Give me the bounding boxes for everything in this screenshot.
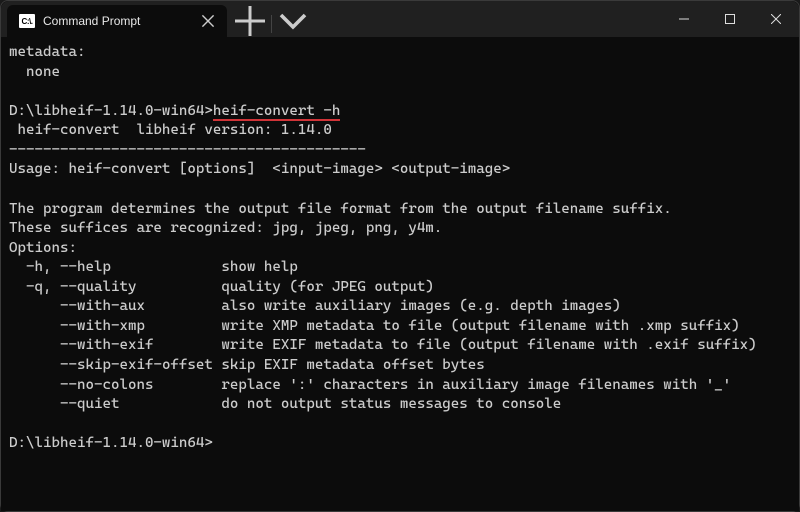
divider [271,15,272,33]
minimize-icon [679,14,689,24]
chevron-down-icon [278,6,308,36]
output-metadata: metadata: none [9,44,85,80]
output-option: --skip-exif-offset skip EXIF metadata of… [9,357,485,373]
tab-title: Command Prompt [43,14,193,28]
maximize-icon [725,14,735,24]
titlebar[interactable]: C:\. Command Prompt [1,1,799,37]
output-option: --with-xmp write XMP metadata to file (o… [9,318,740,334]
entered-command: heif-convert -h [213,103,340,121]
tab-close-button[interactable] [201,14,215,28]
output-desc: These suffices are recognized: jpg, jpeg… [9,220,442,236]
tab-command-prompt[interactable]: C:\. Command Prompt [7,5,227,37]
close-window-button[interactable] [753,1,799,37]
plus-icon [235,6,265,36]
cmd-icon: C:\. [19,14,35,28]
new-tab-button[interactable] [235,6,265,36]
output-option: -q, --quality quality (for JPEG output) [9,279,434,295]
output-usage: Usage: heif-convert [options] <input-ima… [9,161,510,177]
output-options-header: Options: [9,240,77,256]
prompt-path: D:\libheif-1.14.0-win64> [9,103,213,119]
terminal-window: C:\. Command Prompt [0,0,800,512]
maximize-button[interactable] [707,1,753,37]
output-separator: ----------------------------------------… [9,142,366,158]
terminal-output[interactable]: metadata: none D:\libheif-1.14.0-win64>h… [1,37,799,511]
output-option: --with-exif write EXIF metadata to file … [9,337,757,353]
prompt-path: D:\libheif-1.14.0-win64> [9,435,213,451]
tabbar-actions [227,1,308,37]
close-icon [771,14,781,24]
output-option: --quiet do not output status messages to… [9,396,561,412]
tab-dropdown-button[interactable] [278,6,308,36]
output-option: --no-colons replace ':' characters in au… [9,377,731,393]
output-option: -h, --help show help [9,259,298,275]
close-icon [201,14,215,28]
window-controls [661,1,799,37]
output-version: heif-convert libheif version: 1.14.0 [9,122,332,138]
output-desc: The program determines the output file f… [9,201,672,217]
minimize-button[interactable] [661,1,707,37]
output-option: --with-aux also write auxiliary images (… [9,298,621,314]
